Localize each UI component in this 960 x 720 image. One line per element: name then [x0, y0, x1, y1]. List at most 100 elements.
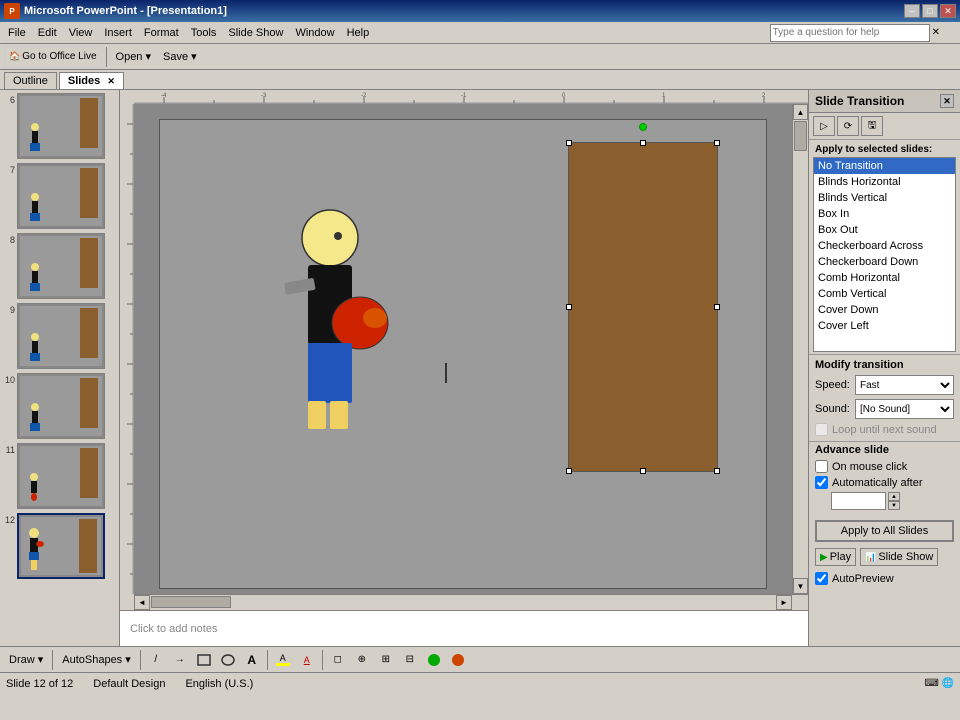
tr-item-comb-horizontal[interactable]: Comb Horizontal: [814, 270, 955, 286]
slide-img-9[interactable]: [17, 303, 105, 369]
help-search-input[interactable]: [770, 24, 930, 42]
scroll-track-v[interactable]: [793, 120, 808, 578]
slide-img-12[interactable]: [17, 513, 105, 579]
canvas-vscrollbar[interactable]: ▲ ▼: [792, 104, 808, 594]
rotation-handle[interactable]: [639, 123, 647, 131]
tr-item-no-transition[interactable]: No Transition: [814, 158, 955, 174]
tr-item-blinds-vertical[interactable]: Blinds Vertical: [814, 190, 955, 206]
sound-select[interactable]: [No Sound] Applause: [855, 399, 954, 419]
fill-color-button[interactable]: A: [272, 649, 294, 671]
tp-icon-1[interactable]: ▷: [813, 116, 835, 136]
apply-all-button[interactable]: Apply to All Slides: [815, 520, 954, 542]
tr-item-cover-left[interactable]: Cover Left: [814, 318, 955, 334]
close-button[interactable]: ✕: [940, 4, 956, 18]
line-tool[interactable]: /: [145, 649, 167, 671]
shapes-tool-5[interactable]: [423, 649, 445, 671]
handle-bot-left[interactable]: [566, 468, 572, 474]
scroll-up-button[interactable]: ▲: [793, 104, 808, 120]
handle-bot-mid[interactable]: [640, 468, 646, 474]
time-input[interactable]: 00:00:1: [831, 492, 886, 510]
handle-top-left[interactable]: [566, 140, 572, 146]
handle-top[interactable]: [640, 140, 646, 146]
autopreview-checkbox[interactable]: [815, 572, 828, 585]
scroll-thumb-h[interactable]: [151, 596, 231, 608]
handle-bot-right[interactable]: [714, 468, 720, 474]
handle-mid-left[interactable]: [566, 304, 572, 310]
maximize-button[interactable]: □: [922, 4, 938, 18]
slide-img-6[interactable]: [17, 93, 105, 159]
open-button[interactable]: Open ▾: [111, 46, 157, 68]
slide-thumb-8[interactable]: 8: [2, 232, 117, 300]
tr-item-checkerboard-across[interactable]: Checkerboard Across: [814, 238, 955, 254]
shapes-tool-6[interactable]: [447, 649, 469, 671]
tr-item-blinds-horizontal[interactable]: Blinds Horizontal: [814, 174, 955, 190]
time-up-button[interactable]: ▲: [888, 492, 900, 501]
menu-window[interactable]: Window: [289, 25, 340, 41]
auto-after-checkbox[interactable]: [815, 476, 828, 489]
font-color-button[interactable]: A: [296, 649, 318, 671]
tab-outline[interactable]: Outline: [4, 72, 57, 89]
tab-close-icon[interactable]: ✕: [107, 76, 115, 86]
ellipse-tool[interactable]: [217, 649, 239, 671]
text-tool[interactable]: A: [241, 649, 263, 671]
scroll-down-button[interactable]: ▼: [793, 578, 808, 594]
menu-format[interactable]: Format: [138, 25, 185, 41]
speed-select[interactable]: Fast Medium Slow: [855, 375, 954, 395]
shapes-tool-3[interactable]: ⊞: [375, 649, 397, 671]
minimize-button[interactable]: –: [904, 4, 920, 18]
slide-thumb-12[interactable]: 12: [2, 512, 117, 580]
tp-icon-3[interactable]: 🖫: [861, 116, 883, 136]
shapes-tool-4[interactable]: ⊟: [399, 649, 421, 671]
time-down-button[interactable]: ▼: [888, 501, 900, 510]
notes-area[interactable]: Click to add notes: [120, 610, 808, 646]
rect-tool[interactable]: [193, 649, 215, 671]
mouse-click-checkbox[interactable]: [815, 460, 828, 473]
scroll-left-button[interactable]: ◄: [134, 595, 150, 610]
panel-close-button[interactable]: ✕: [940, 94, 954, 108]
tr-item-box-out[interactable]: Box Out: [814, 222, 955, 238]
slide-img-10[interactable]: [17, 373, 105, 439]
slide-thumb-11[interactable]: 11: [2, 442, 117, 510]
play-button[interactable]: ▶ Play: [815, 548, 856, 566]
menu-file[interactable]: File: [2, 25, 32, 41]
scroll-thumb-v[interactable]: [794, 121, 807, 151]
handle-mid-right[interactable]: [714, 304, 720, 310]
brown-rectangle[interactable]: [568, 142, 718, 472]
tr-item-comb-vertical[interactable]: Comb Vertical: [814, 286, 955, 302]
go-to-office-live-button[interactable]: 🏠 Go to Office Live: [4, 46, 102, 68]
scroll-right-button[interactable]: ►: [776, 595, 792, 610]
tp-icon-buttons: ▷ ⟳ 🖫: [809, 113, 960, 140]
shapes-tool-1[interactable]: ◻: [327, 649, 349, 671]
draw-button[interactable]: Draw ▾: [4, 649, 48, 671]
slide-thumb-7[interactable]: 7: [2, 162, 117, 230]
autoshapes-button[interactable]: AutoShapes ▾: [57, 649, 136, 671]
save-button[interactable]: Save ▾: [158, 46, 202, 68]
menu-help[interactable]: Help: [341, 25, 376, 41]
slide-thumb-6[interactable]: 6: [2, 92, 117, 160]
menu-edit[interactable]: Edit: [32, 25, 63, 41]
slide-img-11[interactable]: [17, 443, 105, 509]
menu-view[interactable]: View: [63, 25, 99, 41]
tr-item-cover-down[interactable]: Cover Down: [814, 302, 955, 318]
handle-top-right[interactable]: [714, 140, 720, 146]
transition-list[interactable]: No Transition Blinds Horizontal Blinds V…: [813, 157, 956, 352]
tr-item-box-in[interactable]: Box In: [814, 206, 955, 222]
search-close-icon[interactable]: ✕: [932, 27, 940, 38]
slideshow-button[interactable]: 📊 Slide Show: [860, 548, 938, 566]
canvas-container[interactable]: [134, 104, 792, 594]
arrow-tool[interactable]: →: [169, 649, 191, 671]
shapes-tool-2[interactable]: ⊕: [351, 649, 373, 671]
time-spinner[interactable]: ▲ ▼: [888, 492, 900, 510]
slide-thumb-9[interactable]: 9: [2, 302, 117, 370]
slide-img-7[interactable]: [17, 163, 105, 229]
tr-item-checkerboard-down[interactable]: Checkerboard Down: [814, 254, 955, 270]
menu-slideshow[interactable]: Slide Show: [222, 25, 289, 41]
loop-checkbox[interactable]: [815, 423, 828, 436]
menu-tools[interactable]: Tools: [185, 25, 223, 41]
menu-insert[interactable]: Insert: [98, 25, 138, 41]
slide-thumb-10[interactable]: 10: [2, 372, 117, 440]
slide-img-8[interactable]: [17, 233, 105, 299]
scroll-track-h[interactable]: [150, 595, 776, 610]
tp-icon-2[interactable]: ⟳: [837, 116, 859, 136]
tab-slides[interactable]: Slides ✕: [59, 72, 124, 89]
